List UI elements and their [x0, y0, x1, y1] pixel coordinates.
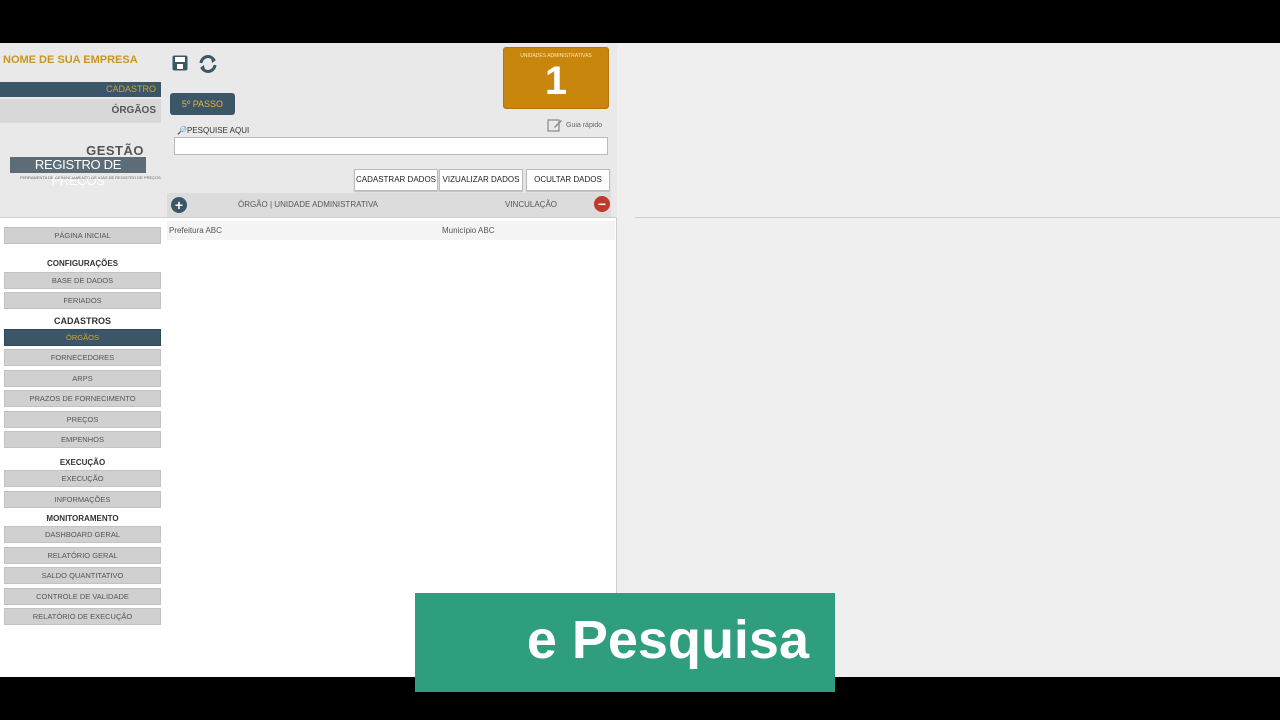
quick-guide-label: Guia rápido: [566, 121, 603, 129]
nav-header-execution: EXECUÇÃO: [59, 458, 106, 467]
nav-deadlines[interactable]: PRAZOS DE FORNECIMENTO: [4, 390, 161, 407]
add-icon[interactable]: +: [171, 197, 187, 213]
remove-icon[interactable]: −: [594, 196, 610, 212]
divider-line: [635, 217, 1280, 218]
nav-orgaos[interactable]: ÓRGÃOS: [4, 329, 161, 346]
cell-orgao: Prefeitura ABC: [169, 226, 222, 235]
step-button[interactable]: 5º PASSO: [170, 93, 235, 115]
table-header: + ÓRGÃO | UNIDADE ADMINISTRATIVA VINCULA…: [167, 193, 611, 217]
spreadsheet-app: NOME DE SUA EMPRESA CADASTRO ÓRGÃOS GEST…: [0, 43, 617, 677]
nav-header-monitoring: MONITORAMENTO: [46, 514, 119, 523]
app-screen: NOME DE SUA EMPRESA CADASTRO ÓRGÃOS GEST…: [0, 43, 1280, 677]
admin-units-counter: UNIDADES ADMINISTRATIVAS 1: [503, 47, 609, 109]
section-title: CADASTRO: [0, 82, 161, 97]
quick-guide-link[interactable]: Guia rápido: [547, 118, 602, 132]
caption-banner: e Pesquisa: [415, 593, 835, 692]
caption-text: e Pesquisa: [526, 610, 809, 670]
company-name: NOME DE SUA EMPRESA: [3, 54, 138, 66]
nav-execution[interactable]: EXECUÇÃO: [4, 470, 161, 487]
nav-header-config: CONFIGURAÇÕES: [46, 259, 119, 268]
nav-validity-control[interactable]: CONTROLE DE VALIDADE: [4, 588, 161, 605]
nav-information[interactable]: INFORMAÇÕES: [4, 491, 161, 508]
column-orgao: ÓRGÃO | UNIDADE ADMINISTRATIVA: [238, 200, 379, 209]
logo-line2: REGISTRO DE PREÇOS: [10, 157, 146, 188]
nav-prices[interactable]: PREÇOS: [4, 411, 161, 428]
search-label: 🔎PESQUISE AQUI: [177, 126, 250, 135]
nav-dashboard[interactable]: DASHBOARD GERAL: [4, 526, 161, 543]
refresh-icon[interactable]: [197, 54, 217, 73]
logo-line3: FERRAMENTA DE GERENCIAMENTO DE ATAS DE R…: [20, 175, 161, 180]
save-icon[interactable]: [172, 55, 190, 73]
magnifier-icon: 🔎: [177, 126, 187, 135]
nav-arps[interactable]: ARPS: [4, 370, 161, 387]
cell-vinculacao: Município ABC: [442, 226, 495, 235]
column-vinculacao: VINCULAÇÃO: [505, 200, 558, 209]
nav-database[interactable]: BASE DE DADOS: [4, 272, 161, 289]
hide-data-button[interactable]: OCULTAR DADOS: [526, 169, 610, 191]
edit-note-icon: [547, 119, 562, 132]
view-data-button[interactable]: VIZUALIZAR DADOS: [439, 169, 523, 191]
subsection-title: ÓRGÃOS: [0, 99, 161, 123]
nav-execution-report[interactable]: RELATÓRIO DE EXECUÇÃO: [4, 608, 161, 625]
register-data-button[interactable]: CADASTRAR DADOS: [354, 169, 438, 191]
nav-quantity-balance[interactable]: SALDO QUANTITATIVO: [4, 567, 161, 584]
nav-general-report[interactable]: RELATÓRIO GERAL: [4, 547, 161, 564]
header-divider: [0, 217, 617, 218]
counter-value: 1: [544, 59, 568, 103]
table-row[interactable]: Prefeitura ABC Município ABC: [167, 221, 615, 240]
logo-line1: GESTÃO: [86, 143, 144, 158]
nav-home[interactable]: PÁGINA INICIAL: [4, 227, 161, 244]
nav-header-cadastros: CADASTROS: [53, 316, 111, 326]
nav-holidays[interactable]: FERIADOS: [4, 292, 161, 309]
search-input[interactable]: [174, 137, 608, 155]
nav-commitments[interactable]: EMPENHOS: [4, 431, 161, 448]
nav-suppliers[interactable]: FORNECEDORES: [4, 349, 161, 366]
app-logo: GESTÃO REGISTRO DE PREÇOS FERRAMENTA DE …: [10, 143, 161, 188]
